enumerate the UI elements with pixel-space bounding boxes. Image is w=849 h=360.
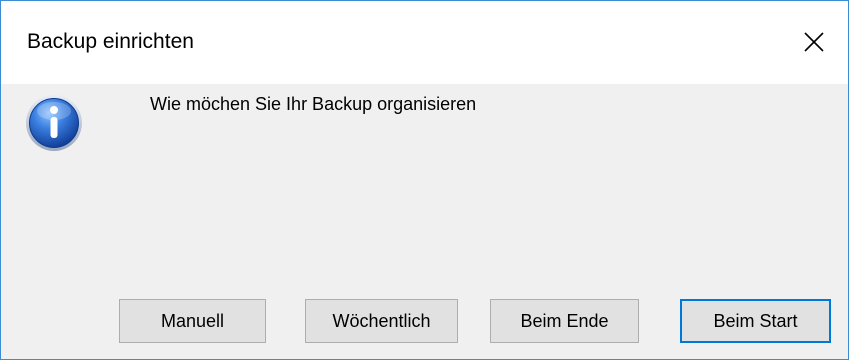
manuell-button[interactable]: Manuell [119,299,266,343]
window-title: Backup einrichten [27,30,194,53]
beim-ende-button[interactable]: Beim Ende [490,299,639,343]
dialog-message: Wie möchen Sie Ihr Backup organisieren [150,94,477,114]
beim-start-button[interactable]: Beim Start [680,299,831,343]
close-button[interactable] [784,1,848,84]
dialog-content: Wie möchen Sie Ihr Backup organisieren M… [1,84,848,359]
dialog-window: Backup einrichten Wie möchen Sie Ihr Bac… [0,0,849,360]
info-icon [26,95,82,151]
woechentlich-button[interactable]: Wöchentlich [305,299,458,343]
close-icon [804,32,824,52]
title-bar: Backup einrichten [1,1,848,84]
